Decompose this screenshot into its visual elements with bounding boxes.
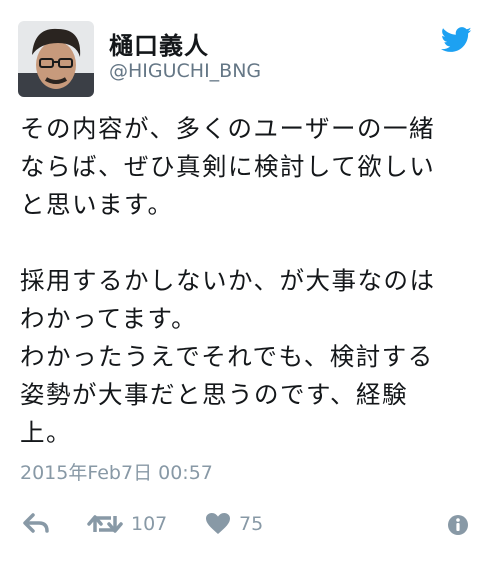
- info-button[interactable]: [447, 514, 469, 536]
- retweet-count: 107: [131, 513, 168, 535]
- display-name[interactable]: 樋口義人: [109, 26, 209, 61]
- retweet-button[interactable]: 107: [87, 512, 167, 536]
- tweet-line: その内容が、多くのユーザーの一緒: [20, 114, 436, 143]
- tweet-line: と思います。: [20, 190, 174, 219]
- tweet-line: 採用するかしないか、が大事なのは: [20, 266, 436, 295]
- like-count: 75: [239, 512, 264, 535]
- tweet-line: ならば、ぜひ真剣に検討して欲しい: [20, 152, 436, 181]
- avatar-image: [18, 21, 94, 97]
- tweet-timestamp[interactable]: 2015年Feb7日 00:57: [20, 458, 213, 485]
- avatar[interactable]: [18, 21, 94, 97]
- like-button[interactable]: 75: [205, 512, 263, 535]
- tweet-line: 姿勢が大事だと思うのです、経験: [20, 380, 409, 409]
- tweet-text: その内容が、多くのユーザーの一緒 ならば、ぜひ真剣に検討して欲しい と思います。…: [20, 110, 490, 452]
- info-icon: [448, 515, 468, 535]
- tweet-line: わかったうえでそれでも、検討する: [20, 342, 434, 371]
- user-handle[interactable]: @HIGUCHI_BNG: [109, 60, 261, 82]
- tweet-line: [20, 224, 490, 262]
- retweet-icon: [87, 515, 123, 533]
- reply-icon: [23, 513, 49, 533]
- tweet-line: 上。: [20, 418, 72, 447]
- tweet-actions: 107 75: [0, 505, 501, 549]
- reply-button[interactable]: [22, 512, 50, 534]
- heart-icon: [206, 513, 230, 534]
- twitter-bird-icon[interactable]: [441, 27, 472, 53]
- tweet-line: わかってます。: [20, 304, 198, 333]
